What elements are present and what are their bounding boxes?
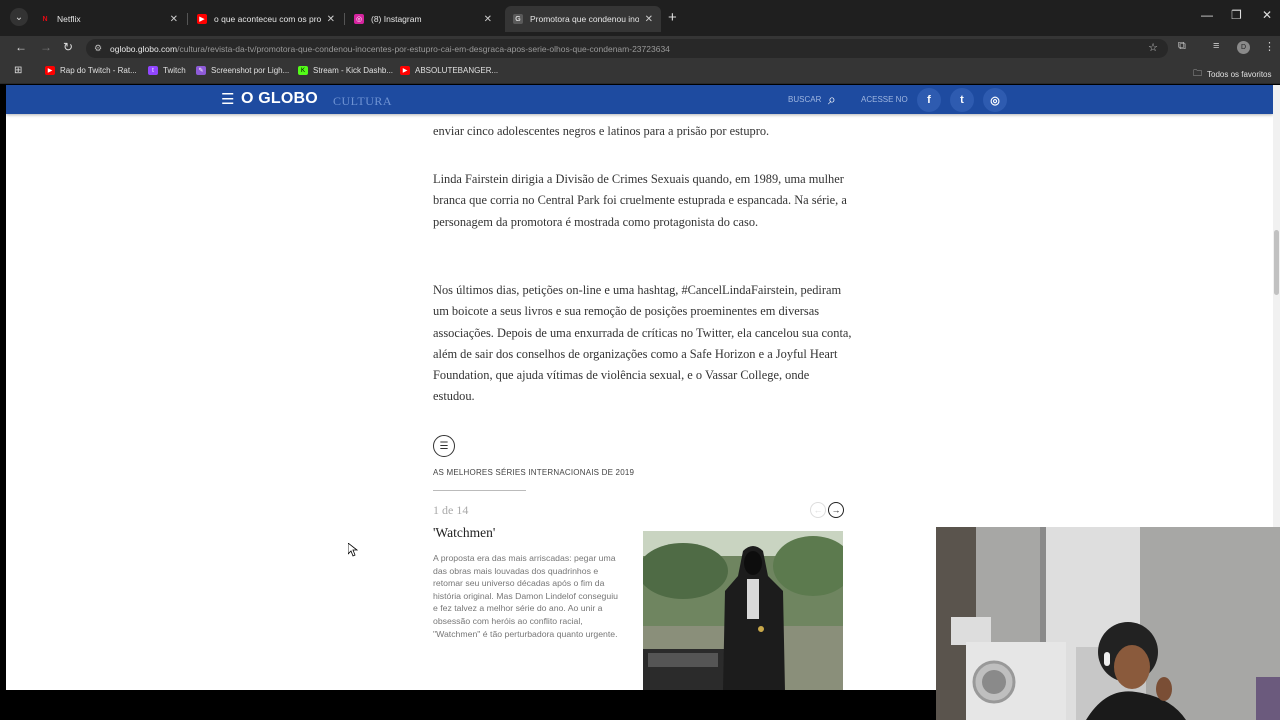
facebook-icon[interactable]: f [917, 88, 941, 112]
article-paragraph: Nos últimos dias, petições on-line e uma… [433, 283, 852, 404]
kick-icon: K [298, 66, 308, 75]
mouse-cursor-icon [348, 543, 358, 557]
youtube-icon: ▶ [197, 14, 207, 24]
globe-icon: G [513, 14, 523, 24]
browser-toolbar: ← → ↻ ⚙ oglobo.globo.com/cultura/revista… [0, 36, 1280, 60]
tab-title: Promotora que condenou inoce [530, 14, 639, 24]
scrollbar-thumb[interactable] [1274, 230, 1279, 295]
close-window-button[interactable]: ✕ [1262, 8, 1272, 22]
bookmark-label: Stream - Kick Dashb... [313, 66, 394, 75]
tab-oglobo[interactable]: G Promotora que condenou inoce ✕ [505, 6, 661, 32]
tab-title: (8) Instagram [371, 14, 422, 24]
gallery-counter: 1 de 14 [433, 503, 469, 517]
bookmark-label: Todos os favoritos [1207, 69, 1272, 79]
tab-instagram[interactable]: ◎ (8) Instagram ✕ [346, 6, 500, 32]
slide-description: A proposta era das mais arriscadas: pega… [433, 553, 618, 639]
site-info-icon[interactable]: ⚙ [94, 43, 102, 54]
site-header: ☰ O GLOBO CULTURA BUSCAR ⌕ ACESSE NO f t… [6, 85, 1273, 114]
article-paragraph: Linda Fairstein dirigia a Divisão de Cri… [433, 172, 847, 229]
bookmark-item[interactable]: ✎ Screenshot por Ligh... [196, 66, 289, 75]
tab-search-button[interactable]: ⌄ [10, 8, 28, 26]
webcam-overlay [936, 527, 1280, 720]
search-icon[interactable]: ⌕ [828, 91, 836, 108]
bookmark-item[interactable]: t Twitch [148, 66, 186, 75]
menu-icon[interactable]: ⋮ [1264, 40, 1275, 53]
twitter-icon[interactable]: t [950, 88, 974, 112]
close-icon[interactable]: ✕ [170, 14, 178, 25]
new-tab-button[interactable]: + [668, 9, 677, 26]
webcam-feed [936, 527, 1280, 720]
gallery-prev-button[interactable]: ← [810, 502, 826, 518]
forward-button[interactable]: → [40, 40, 52, 54]
article-paragraph: enviar cinco adolescentes negros e latin… [433, 124, 770, 138]
close-icon[interactable]: ✕ [484, 14, 492, 25]
netflix-icon: N [42, 15, 48, 23]
bookmark-item[interactable]: ▶ ABSOLUTEBANGER... [400, 66, 498, 75]
tab-strip: ⌄ N Netflix ✕ ▶ o que aconteceu com os p… [0, 0, 1280, 36]
restore-button[interactable]: ❐ [1231, 8, 1242, 22]
folder-icon: 🗀 [1193, 68, 1203, 78]
address-host: oglobo.globo.com [110, 43, 178, 54]
tab-title: Netflix [57, 14, 81, 24]
slide-title: 'Watchmen' [433, 525, 496, 540]
close-icon[interactable]: ✕ [645, 14, 653, 25]
gallery-next-button[interactable]: → [828, 502, 844, 518]
profile-avatar[interactable]: D [1237, 41, 1250, 54]
tab-netflix[interactable]: N Netflix ✕ [32, 6, 186, 32]
apps-icon[interactable]: ⊞ [14, 65, 22, 76]
address-path: /cultura/revista-da-tv/promotora-que-con… [177, 43, 670, 54]
instagram-icon: ◎ [354, 14, 364, 24]
media-icon[interactable]: ≡ [1213, 40, 1219, 52]
slide-image[interactable] [643, 531, 843, 690]
tab-youtube[interactable]: ▶ o que aconteceu com os promo ✕ [189, 6, 343, 32]
bookmarks-bar: ⊞ ▶ Rap do Twitch - Rat... t Twitch ✎ Scree… [0, 60, 1280, 84]
bookmark-label: Screenshot por Ligh... [211, 66, 290, 75]
section-name[interactable]: CULTURA [333, 94, 392, 109]
site-logo[interactable]: O GLOBO [241, 90, 318, 108]
extensions-icon[interactable]: ⧉ [1178, 40, 1186, 53]
all-bookmarks-folder[interactable]: 🗀 Todos os favoritos [1193, 66, 1272, 82]
lightshot-icon: ✎ [196, 66, 206, 75]
search-label[interactable]: BUSCAR [788, 95, 821, 104]
hamburger-menu-icon[interactable]: ☰ [221, 92, 234, 107]
bookmark-label: ABSOLUTEBANGER... [415, 66, 499, 75]
instagram-icon[interactable]: ◎ [983, 88, 1007, 112]
youtube-icon: ▶ [45, 66, 55, 75]
bookmark-label: Twitch [163, 66, 186, 75]
login-label[interactable]: ACESSE NO [861, 95, 908, 104]
bookmark-star-icon[interactable]: ☆ [1148, 41, 1158, 54]
list-icon[interactable]: ☰ [433, 435, 455, 457]
reload-button[interactable]: ↻ [63, 40, 73, 54]
bookmark-item[interactable]: K Stream - Kick Dashb... [298, 66, 393, 75]
gallery-divider [433, 490, 526, 491]
twitch-icon: t [148, 66, 158, 75]
gallery-title: AS MELHORES SÉRIES INTERNACIONAIS DE 201… [433, 468, 635, 477]
minimize-button[interactable]: — [1201, 8, 1213, 22]
watchmen-photo [643, 531, 843, 690]
address-bar[interactable]: ⚙ oglobo.globo.com/cultura/revista-da-tv… [86, 39, 1168, 58]
bookmark-label: Rap do Twitch - Rat... [60, 66, 137, 75]
close-icon[interactable]: ✕ [327, 14, 335, 25]
back-button[interactable]: ← [15, 40, 27, 54]
youtube-icon: ▶ [400, 66, 410, 75]
tab-title: o que aconteceu com os promo [214, 14, 321, 24]
bookmark-item[interactable]: ▶ Rap do Twitch - Rat... [45, 66, 137, 75]
